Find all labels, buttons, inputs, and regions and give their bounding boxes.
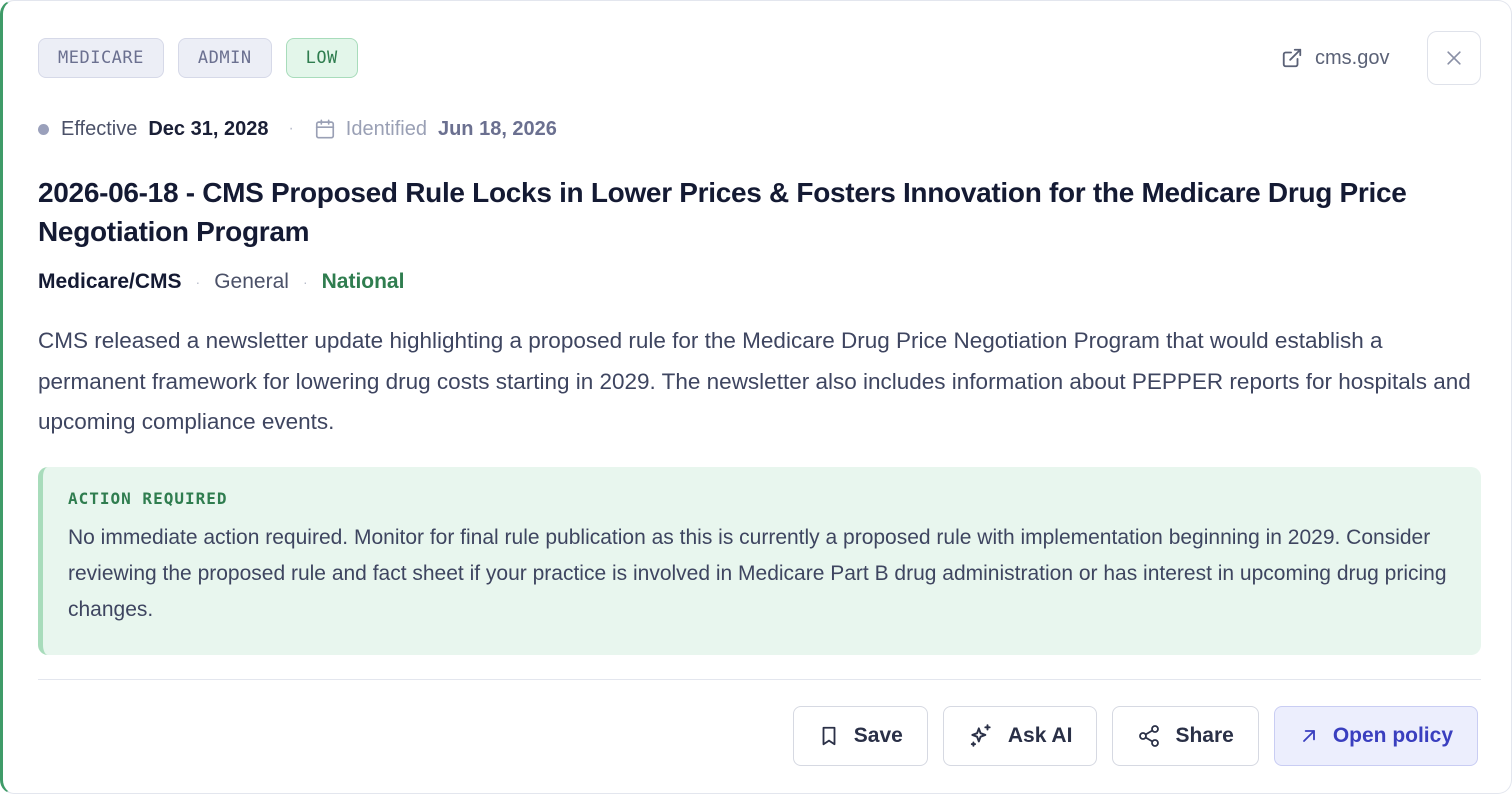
calendar-icon	[315, 119, 334, 139]
open-policy-button[interactable]: Open policy	[1273, 706, 1478, 766]
policy-subline: Medicare/CMS · General · National	[38, 267, 404, 297]
date-meta: Effective Dec 31, 2028 · Identified Jun …	[38, 115, 557, 143]
sparkles-icon	[970, 724, 991, 747]
save-button-label: Save	[853, 724, 903, 747]
category-label: General	[214, 270, 289, 293]
agency-label: Medicare/CMS	[38, 270, 182, 293]
subline-separator: ·	[302, 274, 308, 290]
ask-ai-button[interactable]: Ask AI	[942, 706, 1098, 766]
identified-date: Jun 18, 2026	[437, 117, 557, 140]
tag-list: MEDICARE ADMIN LOW	[38, 38, 358, 78]
tag-medicare[interactable]: MEDICARE	[38, 38, 164, 78]
status-dot	[38, 123, 49, 135]
policy-summary: CMS released a newsletter update highlig…	[38, 328, 1471, 434]
action-text: No immediate action required. Monitor fo…	[68, 526, 1447, 621]
share-button[interactable]: Share	[1112, 706, 1259, 766]
action-heading: ACTION REQUIRED	[68, 489, 228, 508]
save-button[interactable]: Save	[792, 706, 928, 766]
arrow-up-right-icon	[1302, 730, 1315, 742]
meta-separator: ·	[288, 120, 294, 137]
action-bar: Save Ask AI Share Open policy	[792, 706, 1478, 766]
subline-separator: ·	[195, 274, 201, 290]
tag-admin[interactable]: ADMIN	[177, 38, 272, 78]
source-link[interactable]: cms.gov	[1281, 45, 1389, 71]
action-required-panel: ACTION REQUIRED No immediate action requ…	[38, 467, 1481, 655]
source-link-label: cms.gov	[1315, 46, 1390, 69]
external-link-icon	[1282, 48, 1302, 68]
close-button[interactable]	[1427, 31, 1481, 85]
ask-ai-button-label: Ask AI	[1007, 724, 1073, 747]
close-icon	[1447, 51, 1461, 65]
open-policy-button-label: Open policy	[1332, 724, 1453, 747]
policy-card: MEDICARE ADMIN LOW cms.gov Effective Dec…	[0, 0, 1512, 794]
policy-title: 2026-06-18 - CMS Proposed Rule Locks in …	[38, 177, 1407, 247]
divider	[38, 679, 1481, 680]
share-icon	[1139, 725, 1160, 747]
effective-date: Dec 31, 2028	[148, 117, 269, 140]
effective-label: Effective	[61, 117, 138, 140]
share-button-label: Share	[1175, 724, 1234, 747]
bookmark-icon	[822, 726, 836, 746]
scope-label: National	[321, 270, 405, 293]
tag-priority-low[interactable]: LOW	[285, 38, 358, 78]
identified-label: Identified	[345, 117, 427, 140]
